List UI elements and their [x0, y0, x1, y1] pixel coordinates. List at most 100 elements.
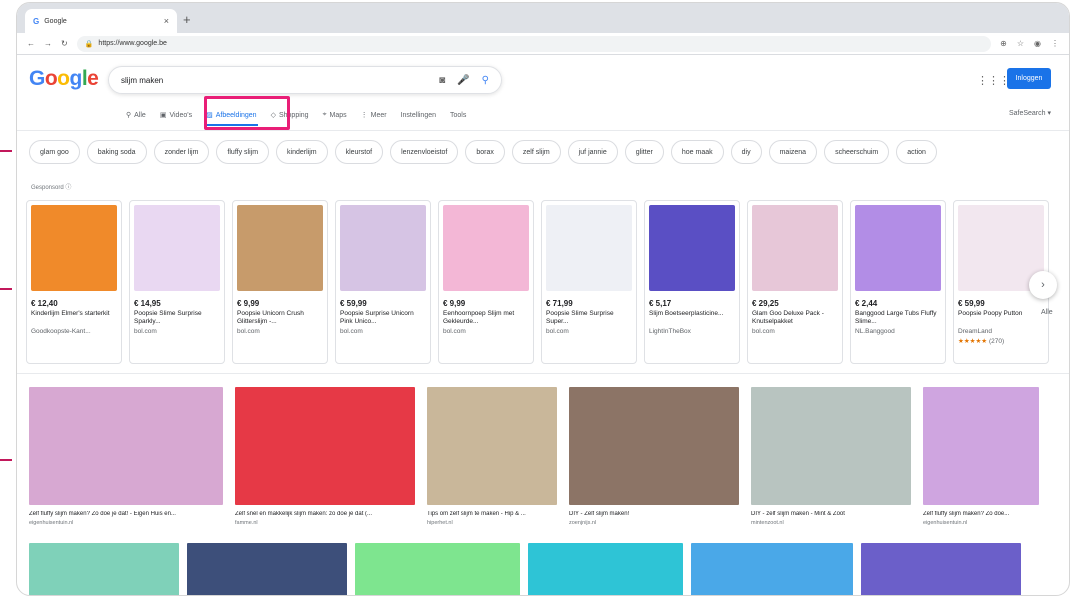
result-image[interactable]: [923, 387, 1039, 505]
tag-icon: ◇: [270, 112, 276, 119]
image-result[interactable]: [861, 543, 1021, 595]
result-title[interactable]: DIY - Zelf slijm maken!: [569, 511, 739, 517]
product-card[interactable]: € 5,17 Slijm Boetseerplasticine... LightIn…: [644, 200, 740, 364]
product-card[interactable]: € 9,99 Eenhoornpoep Slijm met Gekleurde..…: [438, 200, 534, 364]
product-image[interactable]: [237, 205, 323, 291]
safesearch-toggle[interactable]: SafeSearch ▾: [1009, 109, 1051, 117]
result-title[interactable]: Zelf snel en makkelijk slijm maken: zo d…: [235, 511, 415, 517]
back-icon[interactable]: ←: [27, 39, 35, 48]
image-result[interactable]: DIY - zelf slijm maken - Mint & Zoot mint…: [751, 387, 911, 526]
product-name[interactable]: Poopsie Slime Surprise Sparkly...: [134, 310, 220, 327]
tab-tools[interactable]: Tools: [443, 102, 473, 128]
chip[interactable]: maizena: [768, 140, 818, 164]
image-result[interactable]: Zelf fluffy slijm maken? Zo doe je dat! …: [29, 387, 223, 526]
reload-icon[interactable]: ↻: [61, 39, 68, 48]
chip[interactable]: baking soda: [86, 140, 147, 164]
chip[interactable]: zelf slijm: [511, 140, 561, 164]
product-image[interactable]: [546, 205, 632, 291]
chip[interactable]: hoe maak: [670, 140, 724, 164]
product-image[interactable]: [752, 205, 838, 291]
new-tab-icon[interactable]: +: [183, 12, 191, 27]
login-button[interactable]: Inloggen: [1007, 68, 1051, 89]
search-icon[interactable]: ⚲: [482, 75, 489, 86]
product-name[interactable]: Eenhoornpoep Slijm met Gekleurde...: [443, 310, 529, 327]
chip[interactable]: kleurstof: [334, 140, 384, 164]
image-result[interactable]: [187, 543, 347, 595]
result-title[interactable]: Zelf fluffy slijm maken? Zo doe...: [923, 511, 1039, 517]
product-image[interactable]: [443, 205, 529, 291]
tab-meer[interactable]: ⋮ Meer: [354, 102, 394, 128]
product-card[interactable]: € 29,25 Glam Goo Deluxe Pack - Knutselpak…: [747, 200, 843, 364]
chip[interactable]: kinderlijm: [276, 140, 328, 164]
google-logo[interactable]: Google: [29, 67, 99, 91]
image-result[interactable]: Tips om zelf slijm te maken - Hip & ... h…: [427, 387, 557, 526]
image-result[interactable]: [355, 543, 520, 595]
tab-videos[interactable]: ▣ Video's: [153, 102, 199, 128]
product-image[interactable]: [340, 205, 426, 291]
search-input[interactable]: slijm maken: [121, 76, 163, 85]
microphone-icon[interactable]: 🎤: [457, 75, 469, 86]
product-name[interactable]: Banggood Large Tubs Fluffy Slime...: [855, 310, 941, 327]
chip[interactable]: fluffy slijm: [216, 140, 270, 164]
chip[interactable]: borax: [465, 140, 505, 164]
chip[interactable]: action: [896, 140, 937, 164]
image-result[interactable]: [691, 543, 853, 595]
tab-afbeeldingen[interactable]: ▨ Afbeeldingen: [199, 102, 264, 128]
next-arrow-button[interactable]: ›: [1029, 271, 1057, 299]
browser-tab[interactable]: G Google ×: [25, 9, 177, 33]
url-field[interactable]: 🔒 https://www.google.be: [76, 35, 992, 52]
chip[interactable]: glam goo: [29, 140, 80, 164]
product-name[interactable]: Poopsie Poopy Putton: [958, 310, 1044, 327]
product-name[interactable]: Poopsie Unicorn Crush Glitterslijm -...: [237, 310, 323, 327]
apps-grid-icon[interactable]: ⋮⋮⋮: [977, 74, 1010, 87]
alle-label[interactable]: Alle: [1041, 309, 1053, 316]
chip[interactable]: diy: [730, 140, 762, 164]
shopping-carousel: € 12,40 Kinderlijm Elmer's starterkit Good…: [26, 200, 1049, 364]
profile-icon[interactable]: ◉: [1034, 39, 1041, 48]
tab-alle[interactable]: ⚲ Alle: [119, 102, 153, 128]
camera-icon[interactable]: ◙: [439, 75, 445, 86]
chip[interactable]: juf jannie: [567, 140, 618, 164]
product-card[interactable]: € 14,95 Poopsie Slime Surprise Sparkly...…: [129, 200, 225, 364]
result-image[interactable]: [569, 387, 739, 505]
result-image[interactable]: [751, 387, 911, 505]
product-name[interactable]: Glam Goo Deluxe Pack - Knutselpakket: [752, 310, 838, 327]
product-image[interactable]: [31, 205, 117, 291]
product-image[interactable]: [134, 205, 220, 291]
zoom-icon[interactable]: ⊕: [1000, 39, 1007, 48]
product-card[interactable]: € 2,44 Banggood Large Tubs Fluffy Slime..…: [850, 200, 946, 364]
image-result[interactable]: Zelf fluffy slijm maken? Zo doe... eigenh…: [923, 387, 1039, 526]
close-icon[interactable]: ×: [164, 16, 169, 26]
product-name[interactable]: Slijm Boetseerplasticine...: [649, 310, 735, 327]
result-title[interactable]: Zelf fluffy slijm maken? Zo doe je dat! …: [29, 511, 223, 517]
result-title[interactable]: DIY - zelf slijm maken - Mint & Zoot: [751, 511, 911, 517]
product-card[interactable]: € 12,40 Kinderlijm Elmer's starterkit Good…: [26, 200, 122, 364]
product-name[interactable]: Poopsie Surprise Unicorn Pink Unico...: [340, 310, 426, 327]
product-image[interactable]: [649, 205, 735, 291]
chip[interactable]: zonder lijm: [153, 140, 210, 164]
result-title[interactable]: Tips om zelf slijm te maken - Hip & ...: [427, 511, 557, 517]
product-image[interactable]: [855, 205, 941, 291]
image-result[interactable]: [29, 543, 179, 595]
product-name[interactable]: Kinderlijm Elmer's starterkit: [31, 310, 117, 327]
forward-icon[interactable]: →: [44, 39, 52, 48]
result-image[interactable]: [29, 387, 223, 505]
result-image[interactable]: [235, 387, 415, 505]
product-card[interactable]: € 9,99 Poopsie Unicorn Crush Glitterslijm…: [232, 200, 328, 364]
tab-instellingen[interactable]: Instellingen: [394, 102, 443, 128]
chip[interactable]: scheerschuim: [824, 140, 890, 164]
result-image[interactable]: [427, 387, 557, 505]
search-box[interactable]: slijm maken ◙ 🎤 ⚲: [108, 66, 502, 94]
bookmark-star-icon[interactable]: ☆: [1017, 39, 1024, 48]
product-card[interactable]: € 59,99 Poopsie Surprise Unicorn Pink Uni…: [335, 200, 431, 364]
image-result[interactable]: [528, 543, 683, 595]
product-name[interactable]: Poopsie Slime Surprise Super...: [546, 310, 632, 327]
chip[interactable]: glitter: [624, 140, 664, 164]
product-card[interactable]: € 71,99 Poopsie Slime Surprise Super... bo…: [541, 200, 637, 364]
image-result[interactable]: DIY - Zelf slijm maken! zoenjnijs.nl: [569, 387, 739, 526]
tab-maps[interactable]: ⌖ Maps: [316, 102, 354, 128]
chip[interactable]: lenzenvloeistof: [390, 140, 459, 164]
menu-icon[interactable]: ⋮: [1051, 39, 1059, 48]
image-result[interactable]: Zelf snel en makkelijk slijm maken: zo d…: [235, 387, 415, 526]
tab-shopping[interactable]: ◇ Shopping: [264, 102, 316, 128]
